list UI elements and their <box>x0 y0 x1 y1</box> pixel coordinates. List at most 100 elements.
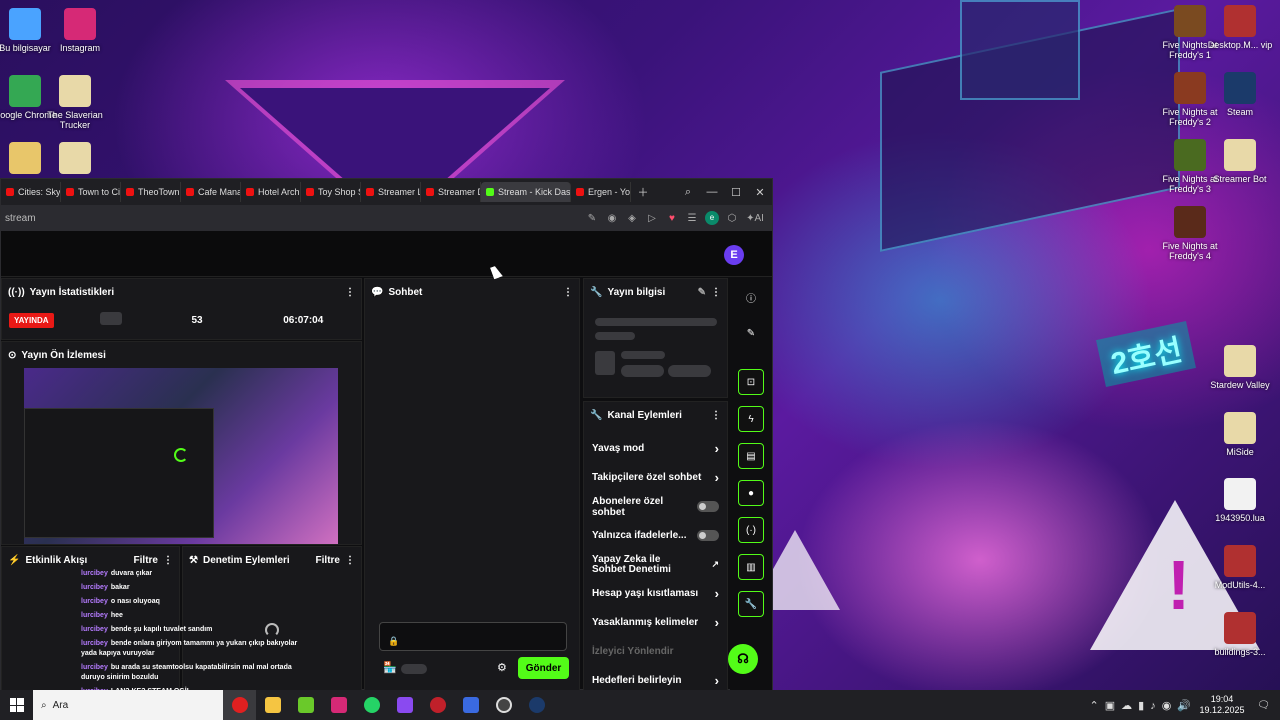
browser-tab[interactable]: Ergen - Yo <box>571 182 631 202</box>
address-bar[interactable]: stream ✎ ◉ ◈ ▷ ♥ ☰ e ⬡ ✦AI <box>1 205 772 231</box>
more-options-icon[interactable]: ⋮ <box>345 555 355 566</box>
browser-tab[interactable]: Stream - Kick Dash <box>481 182 571 202</box>
chat-username[interactable]: lurcibey <box>81 626 108 633</box>
heart-icon[interactable]: ♥ <box>662 213 682 224</box>
chat-username[interactable]: lurcibey <box>81 598 108 605</box>
chat-text: duvara çıkar <box>110 570 153 577</box>
taskbar-search-box[interactable]: ⌕ Ara <box>33 690 223 720</box>
edit-icon[interactable]: ✎ <box>738 320 764 346</box>
taskbar-app-purple-icon[interactable] <box>388 690 421 720</box>
preview-video[interactable] <box>24 368 338 544</box>
more-options-icon[interactable]: ⋮ <box>345 287 355 298</box>
browser-tab[interactable]: TheoTown <box>121 182 181 202</box>
broadcast-icon[interactable]: (·) <box>738 517 764 543</box>
screenshot-icon[interactable]: ⊡ <box>738 369 764 395</box>
search-tabs-icon[interactable]: ⌕ <box>676 186 700 199</box>
channel-action-item[interactable]: Hesap yaşı kısıtlaması › <box>584 579 727 608</box>
more-options-icon[interactable]: ⋮ <box>163 555 173 566</box>
neon-sign-board <box>960 0 1080 100</box>
edit-icon[interactable]: ✎ <box>582 213 602 224</box>
more-options-icon[interactable]: ⋮ <box>711 287 721 298</box>
new-tab-button[interactable]: ＋ <box>631 184 655 200</box>
activity-filter-button[interactable]: Filtre <box>134 555 158 566</box>
extension-icon[interactable]: ⬡ <box>722 213 742 224</box>
channel-action-item[interactable]: Yapay Zeka ile Sohbet Denetimi ↗ <box>584 550 727 579</box>
chat-input[interactable]: 🔒 <box>379 622 567 651</box>
system-tray-icons[interactable]: ⌃▣☁▮♪◉🔊 <box>1090 699 1197 712</box>
chat-username[interactable]: lurcibey <box>81 640 108 647</box>
menu-list-icon[interactable]: ☰ <box>682 213 702 224</box>
info-icon[interactable]: ⓘ <box>738 284 764 310</box>
desktop-icon[interactable] <box>40 142 110 177</box>
taskbar-steam-icon[interactable] <box>520 690 553 720</box>
taskbar-opera-icon[interactable] <box>223 690 256 720</box>
channel-action-label: Yalnızca ifadelerle... <box>592 530 687 541</box>
desktop-icon[interactable]: Instagram <box>45 8 115 53</box>
wrench-icon[interactable]: 🔧 <box>738 591 764 617</box>
taskbar-instagram-icon[interactable] <box>322 690 355 720</box>
taskbar-red-app-icon[interactable] <box>421 690 454 720</box>
lightning-icon[interactable]: ϟ <box>738 406 764 432</box>
stream-manager-icon[interactable]: ▥ <box>738 554 764 580</box>
browser-tab[interactable]: Streamer L <box>361 182 421 202</box>
edit-pencil-icon[interactable]: ✎ <box>698 287 706 298</box>
settings-gear-icon[interactable]: ⚙ <box>497 661 507 674</box>
clock[interactable]: 19:04 19.12.2025 <box>1197 694 1247 716</box>
desktop-icon[interactable]: 1943950.lua <box>1205 478 1275 523</box>
desktop-icon[interactable]: buildings-3... <box>1205 612 1275 657</box>
shield-icon[interactable]: ◈ <box>622 213 642 224</box>
channel-action-item[interactable]: Takipçilere özel sohbet › <box>584 463 727 492</box>
moderation-filter-button[interactable]: Filtre <box>316 555 340 566</box>
taskbar-app-icon[interactable] <box>289 690 322 720</box>
chat-username[interactable]: lurcibey <box>81 664 108 671</box>
document-icon[interactable]: ▤ <box>738 443 764 469</box>
chevron-right-icon: › <box>714 615 719 630</box>
user-avatar[interactable]: E <box>724 245 744 265</box>
desktop-icon[interactable]: ModUtils-4... <box>1205 545 1275 590</box>
ai-button[interactable]: ✦AI <box>742 213 768 224</box>
windows-start-button[interactable] <box>0 690 33 720</box>
notification-icon[interactable]: 🗨 <box>1247 690 1280 720</box>
browser-tab[interactable]: Hotel Arch <box>241 182 301 202</box>
browser-tab[interactable]: Toy Shop S <box>301 182 361 202</box>
channel-action-item[interactable]: Abonelere özel sohbet <box>584 492 727 521</box>
toggle-switch[interactable] <box>697 530 719 541</box>
desktop-icon[interactable]: Five Nights at Freddy's 4 <box>1155 206 1225 261</box>
toggle-switch[interactable] <box>697 501 719 512</box>
camera-icon[interactable]: ◉ <box>602 213 622 224</box>
url-text[interactable]: stream <box>5 213 582 224</box>
taskbar-whatsapp-icon[interactable] <box>355 690 388 720</box>
app-icon <box>1174 72 1206 104</box>
desktop-icon[interactable]: The Slaverian Trucker <box>40 75 110 130</box>
desktop-icon[interactable]: Streamer Bot <box>1205 139 1275 184</box>
profile-avatar[interactable]: e <box>702 211 722 225</box>
browser-tab[interactable]: Streamer D <box>421 182 481 202</box>
maximize-button[interactable]: ☐ <box>724 186 748 199</box>
store-icon[interactable]: 🏪 <box>383 661 397 674</box>
taskbar-blue-app-icon[interactable] <box>454 690 487 720</box>
more-options-icon[interactable]: ⋮ <box>563 287 573 298</box>
channel-action-item[interactable]: Yavaş mod › <box>584 434 727 463</box>
send-button[interactable]: Gönder <box>518 657 569 679</box>
close-window-button[interactable]: ✕ <box>748 186 772 199</box>
desktop-icon[interactable]: Steam <box>1205 72 1275 117</box>
chat-bubble-icon[interactable]: ● <box>738 480 764 506</box>
browser-tab[interactable]: Cafe Mana <box>181 182 241 202</box>
chat-text: bende şu kapılı tuvalet sandım <box>110 626 213 633</box>
browser-tab[interactable]: Town to Ci <box>61 182 121 202</box>
taskbar-obs-icon[interactable] <box>487 690 520 720</box>
support-headset-button[interactable]: ☊ <box>728 644 758 674</box>
taskbar-file-explorer-icon[interactable] <box>256 690 289 720</box>
channel-action-item[interactable]: Yasaklanmış kelimeler › <box>584 608 727 637</box>
channel-action-item[interactable]: Yalnızca ifadelerle... <box>584 521 727 550</box>
chat-username[interactable]: lurcibey <box>81 612 108 619</box>
desktop-icon[interactable]: Desktop.M... vip <box>1205 5 1275 50</box>
desktop-icon[interactable]: MiSide <box>1205 412 1275 457</box>
browser-tab[interactable]: Cities: Skyl <box>1 182 61 202</box>
play-icon[interactable]: ▷ <box>642 213 662 224</box>
desktop-icon[interactable]: Stardew Valley <box>1205 345 1275 390</box>
more-options-icon[interactable]: ⋮ <box>711 410 721 421</box>
chat-username[interactable]: lurcibey <box>81 570 108 577</box>
chat-username[interactable]: lurcibey <box>81 584 108 591</box>
minimize-button[interactable]: — <box>700 186 724 198</box>
